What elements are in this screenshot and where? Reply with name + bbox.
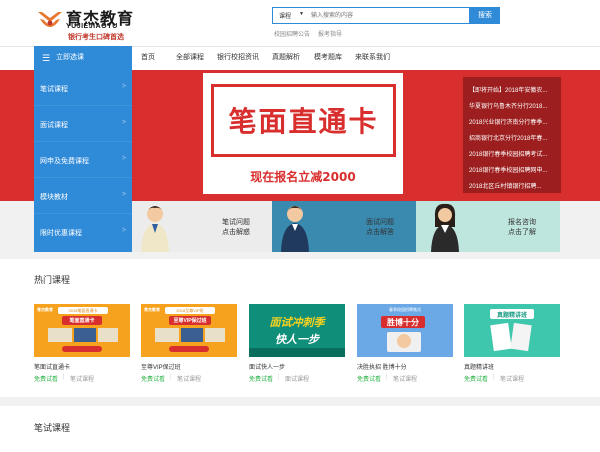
nav-exam-analysis[interactable]: 真题解析 — [272, 52, 300, 62]
sidebar-item-label: 限时优惠课程 — [40, 230, 82, 237]
free-trial-link[interactable]: 免费试看 — [249, 374, 273, 383]
nav-contact[interactable]: 来联系我们 — [355, 52, 390, 62]
course-thumbnail[interactable]: 真题精讲班 — [464, 304, 560, 357]
divider: | — [278, 374, 280, 380]
course-thumbnail[interactable]: 面试冲刺季 快人一步 — [249, 304, 345, 357]
nav-bank-news[interactable]: 银行校招资讯 — [217, 52, 259, 62]
free-trial-link[interactable]: 免费试看 — [357, 374, 381, 383]
section-title: 笔试课程 — [34, 423, 71, 433]
menu-icon: ☰ — [42, 53, 51, 63]
thumb-headline: 胜博十分 — [387, 318, 419, 327]
brand-mini-logo: 育杰教育 — [37, 307, 53, 312]
news-item[interactable]: 华夏银行乌鲁木齐分行2018... — [469, 101, 557, 110]
thumb-headline: 至尊VIP保过班 — [173, 318, 207, 324]
thumb-headline: 真题精讲班 — [496, 313, 527, 319]
course-category: 面试课程 — [285, 377, 310, 383]
course-category: 笔试课程 — [500, 377, 525, 383]
sidebar-item-discount[interactable]: 限时优惠课程 > — [34, 214, 132, 250]
divider: | — [493, 374, 495, 380]
sidebar-item-label: 笔试课程 — [40, 86, 68, 93]
sidebar-item-written[interactable]: 笔试课程 > — [34, 70, 132, 106]
advisory-written[interactable]: 笔试问题 点击解惑 — [132, 201, 272, 252]
person-icon — [281, 206, 309, 252]
course-name[interactable]: 真题精讲班 — [464, 362, 494, 371]
thumb-caption: 2018笔面直通卡 — [68, 308, 98, 313]
chevron-right-icon: > — [121, 83, 126, 90]
news-item[interactable]: 2018银行春季校园招聘考试... — [469, 149, 557, 158]
course-thumbnail[interactable]: 春季校园招聘笔试 胜博十分 — [357, 304, 453, 357]
course-category: 笔试课程 — [177, 377, 202, 383]
news-item[interactable]: 招商银行北京分行2018年春... — [469, 133, 557, 142]
search-box: 课程 ▼ — [272, 7, 470, 24]
course-name[interactable]: 至尊VIP保过班 — [141, 362, 181, 371]
search-category-select[interactable]: 课程 — [279, 11, 291, 20]
sidebar-item-free[interactable]: 网申及免费课程 > — [34, 142, 132, 178]
logo-icon[interactable] — [36, 9, 64, 33]
advisory-text: 笔试问题 点击解惑 — [222, 219, 250, 236]
course-name[interactable]: 笔面试直通卡 — [34, 362, 70, 371]
course-category: 笔试课程 — [70, 377, 95, 383]
category-menu-header[interactable]: ☰ 立即选课 — [34, 46, 132, 70]
course-name[interactable]: 面试快人一步 — [249, 362, 285, 371]
news-list: 【即将开始】2018年安徽农... 华夏银行乌鲁木齐分行2018... 2018… — [463, 77, 561, 193]
nav-all-courses[interactable]: 全部课程 — [176, 52, 204, 62]
section-title: 热门课程 — [34, 275, 71, 285]
person-icon — [141, 206, 169, 252]
course-thumbnail[interactable]: 育杰教育 2018笔面直通卡 笔面直通卡 — [34, 304, 130, 357]
divider: | — [63, 374, 65, 380]
category-menu-label: 立即选课 — [56, 54, 84, 61]
news-item[interactable]: 【即将开始】2018年安徽农... — [469, 85, 557, 94]
thumb-caption: 快人一步 — [275, 334, 319, 346]
banner-title: 笔面直通卡 — [228, 105, 379, 138]
search-input[interactable] — [311, 9, 439, 22]
news-item[interactable]: 2018北区丘村镇银行招聘... — [469, 181, 557, 190]
nav-mock-exams[interactable]: 模考题库 — [314, 52, 342, 62]
exam-guide-link[interactable]: 报考指导 — [318, 29, 342, 38]
banner-subtitle: 现在报名立减2000 — [250, 170, 356, 184]
divider: | — [170, 374, 172, 380]
course-category: 笔试课程 — [393, 377, 418, 383]
logo-slogan: 银行考生口碑首选 — [68, 34, 124, 41]
person-icon — [431, 203, 459, 252]
thumb-headline: 笔面直通卡 — [69, 318, 95, 324]
sidebar-item-label: 网申及免费课程 — [40, 158, 89, 165]
sidebar-item-label: 模块教材 — [40, 194, 68, 201]
news-item[interactable]: 2018银行春季校园招聘网申... — [469, 165, 557, 174]
sidebar-item-label: 面试课程 — [40, 122, 68, 129]
sidebar-item-materials[interactable]: 模块教材 > — [34, 178, 132, 214]
news-item[interactable]: 2018兴业银行济南分行春季... — [469, 117, 557, 126]
divider: | — [386, 374, 388, 380]
free-trial-link[interactable]: 免费试看 — [34, 374, 58, 383]
free-trial-link[interactable]: 免费试看 — [141, 374, 165, 383]
sidebar-item-interview[interactable]: 面试课程 > — [34, 106, 132, 142]
brand-mini-logo: 育杰教育 — [144, 307, 160, 312]
logo-pinyin: YUJIEJIAOYU — [66, 23, 118, 30]
thumb-caption: 2018至尊VIP班 — [176, 308, 204, 313]
advisory-interview[interactable]: 面试问题 点击解答 — [272, 201, 416, 252]
thumb-headline: 面试冲刺季 — [269, 317, 325, 329]
chevron-right-icon: > — [121, 191, 126, 198]
advisory-text: 面试问题 点击解答 — [366, 219, 394, 236]
written-courses-section — [0, 406, 600, 452]
chevron-right-icon: > — [121, 227, 126, 234]
chevron-right-icon: > — [121, 155, 126, 162]
search-button[interactable]: 搜索 — [470, 7, 500, 24]
advisory-text: 报名咨询 点击了解 — [508, 219, 536, 236]
chevron-right-icon: > — [121, 119, 126, 126]
category-sidebar: 笔试课程 > 面试课程 > 网申及免费课程 > 模块教材 > 限时优惠课程 > — [34, 70, 132, 252]
campus-recruit-link[interactable]: 校园招聘公告 — [274, 29, 310, 38]
nav-home[interactable]: 首页 — [141, 52, 155, 62]
free-trial-link[interactable]: 免费试看 — [464, 374, 488, 383]
chevron-down-icon[interactable]: ▼ — [299, 11, 304, 17]
course-name[interactable]: 决胜执招 胜博十分 — [357, 362, 407, 371]
course-thumbnail[interactable]: 育杰教育 2018至尊VIP班 至尊VIP保过班 — [141, 304, 237, 357]
thumb-caption: 春季校园招聘笔试 — [389, 307, 421, 312]
advisory-enroll[interactable]: 报名咨询 点击了解 — [416, 201, 560, 252]
